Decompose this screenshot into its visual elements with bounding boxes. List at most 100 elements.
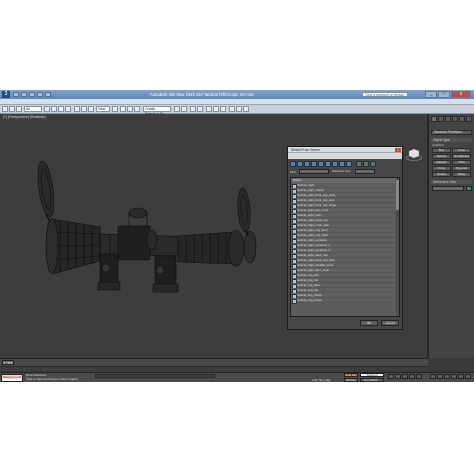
selected-dropdown[interactable]: Selected <box>360 373 384 377</box>
zoom-extents-icon[interactable] <box>444 374 450 379</box>
display-shapes-icon[interactable] <box>297 161 303 167</box>
selection-filter-dropdown[interactable]: All <box>24 106 42 112</box>
layer-manager-icon[interactable] <box>197 106 203 112</box>
next-frame-icon[interactable] <box>409 374 415 379</box>
play-icon[interactable] <box>402 374 408 379</box>
tube-button[interactable]: Tube <box>452 160 471 165</box>
select-by-name-icon[interactable] <box>51 106 57 112</box>
selection-set-dropdown[interactable] <box>355 169 375 174</box>
list-item[interactable]: tactical_ring_screw <box>291 298 395 304</box>
new-file-icon[interactable] <box>13 92 19 97</box>
open-file-icon[interactable] <box>21 92 27 97</box>
object-name-field[interactable] <box>432 186 464 191</box>
display-xrefs-icon[interactable] <box>339 161 345 167</box>
pivot-icon[interactable] <box>112 106 118 112</box>
scrollbar-thumb[interactable] <box>396 180 399 210</box>
prev-frame-icon[interactable] <box>395 374 401 379</box>
align-icon[interactable] <box>181 106 187 112</box>
dialog-close-button[interactable]: x <box>395 148 401 152</box>
mirror-icon[interactable] <box>174 106 180 112</box>
display-tab-icon[interactable] <box>459 116 465 122</box>
named-selection-dropdown[interactable]: Create Selection Se <box>143 106 171 116</box>
orbit-icon[interactable] <box>458 374 464 379</box>
undo-icon[interactable] <box>37 92 43 97</box>
display-all-icon[interactable] <box>356 161 362 167</box>
teapot-button[interactable]: Teapot <box>432 172 451 177</box>
search-input[interactable]: Type a keyword or phrase <box>362 92 408 97</box>
render-setup-icon[interactable] <box>229 106 235 112</box>
geosphere-button[interactable]: GeoSphere <box>452 154 471 159</box>
select-object-icon[interactable] <box>44 106 50 112</box>
viewport-label[interactable]: [+] [Perspective] [Realistic] <box>3 115 45 119</box>
zoom-icon[interactable] <box>430 374 436 379</box>
object-list[interactable]: Name Tactical_sight tactical_sight_mount t… <box>290 177 400 317</box>
redo-icon[interactable] <box>45 92 51 97</box>
redo-tool-icon[interactable] <box>9 106 15 112</box>
name-and-color-header[interactable]: Name and Color <box>431 180 472 184</box>
time-slider[interactable]: 0 / 100 <box>2 360 14 365</box>
find-input[interactable] <box>299 169 329 174</box>
utilities-tab-icon[interactable] <box>466 116 472 122</box>
maxscript-listener[interactable]: Welcome to M <box>1 374 23 382</box>
display-invert-icon[interactable] <box>370 161 376 167</box>
display-helpers-icon[interactable] <box>318 161 324 167</box>
primitive-type-dropdown[interactable]: Standard Primitives <box>431 130 472 135</box>
save-file-icon[interactable] <box>29 92 35 97</box>
render-production-icon[interactable] <box>243 106 249 112</box>
create-tab-icon[interactable] <box>431 116 437 122</box>
maximize-viewport-icon[interactable] <box>465 374 471 379</box>
viewcube[interactable] <box>405 147 423 166</box>
motion-tab-icon[interactable] <box>452 116 458 122</box>
auto-key-button[interactable]: Auto Key <box>344 373 358 377</box>
plane-button[interactable]: Plane <box>452 172 471 177</box>
box-button[interactable]: Box <box>432 148 451 153</box>
key-filters-button[interactable]: Key Filters... <box>360 378 384 382</box>
rendered-frame-icon[interactable] <box>236 106 242 112</box>
ok-button[interactable]: OK <box>360 320 378 326</box>
curve-editor-icon[interactable] <box>206 106 212 112</box>
coord-system-dropdown[interactable]: View <box>96 106 110 112</box>
maximize-button[interactable]: □ <box>438 91 450 98</box>
goto-start-icon[interactable] <box>388 374 394 379</box>
viewcube-icon[interactable] <box>405 147 423 161</box>
autogrid-checkbox[interactable]: AutoGrid <box>432 143 444 147</box>
display-lights-icon[interactable] <box>304 161 310 167</box>
app-logo-icon[interactable]: 3 <box>2 91 10 98</box>
display-bones-icon[interactable] <box>346 161 352 167</box>
scene-explorer-icon[interactable] <box>190 106 196 112</box>
add-time-tag[interactable]: Add Time Tag <box>312 378 330 382</box>
link-icon[interactable] <box>16 106 22 112</box>
time-slider-track[interactable]: 0 / 100 <box>0 358 428 366</box>
cone-button[interactable]: Cone <box>452 148 471 153</box>
hierarchy-tab-icon[interactable] <box>445 116 451 122</box>
set-key-button[interactable]: Set Key <box>344 378 358 382</box>
cancel-button[interactable]: Cancel <box>381 320 399 326</box>
modify-tab-icon[interactable] <box>438 116 444 122</box>
rotate-icon[interactable] <box>81 106 87 112</box>
goto-end-icon[interactable] <box>416 374 422 379</box>
display-cameras-icon[interactable] <box>311 161 317 167</box>
minimize-button[interactable]: _ <box>425 91 437 98</box>
display-groups-icon[interactable] <box>332 161 338 167</box>
material-editor-icon[interactable] <box>220 106 226 112</box>
list-scrollbar[interactable] <box>396 178 399 316</box>
pan-icon[interactable] <box>451 374 457 379</box>
close-button[interactable]: x <box>451 91 471 98</box>
display-none-icon[interactable] <box>363 161 369 167</box>
display-warps-icon[interactable] <box>325 161 331 167</box>
window-crossing-icon[interactable] <box>65 106 71 112</box>
object-color-swatch[interactable] <box>466 186 472 191</box>
sphere-button[interactable]: Sphere <box>432 154 451 159</box>
rectangular-selection-icon[interactable] <box>58 106 64 112</box>
schematic-view-icon[interactable] <box>213 106 219 112</box>
display-geometry-icon[interactable] <box>290 161 296 167</box>
pyramid-button[interactable]: Pyramid <box>452 166 471 171</box>
undo-tool-icon[interactable] <box>2 106 8 112</box>
zoom-all-icon[interactable] <box>437 374 443 379</box>
snap-toggle-icon[interactable] <box>120 106 126 112</box>
angle-snap-icon[interactable] <box>127 106 133 112</box>
percent-snap-icon[interactable] <box>134 106 140 112</box>
torus-button[interactable]: Torus <box>432 166 451 171</box>
move-icon[interactable] <box>74 106 80 112</box>
cylinder-button[interactable]: Cylinder <box>432 160 451 165</box>
